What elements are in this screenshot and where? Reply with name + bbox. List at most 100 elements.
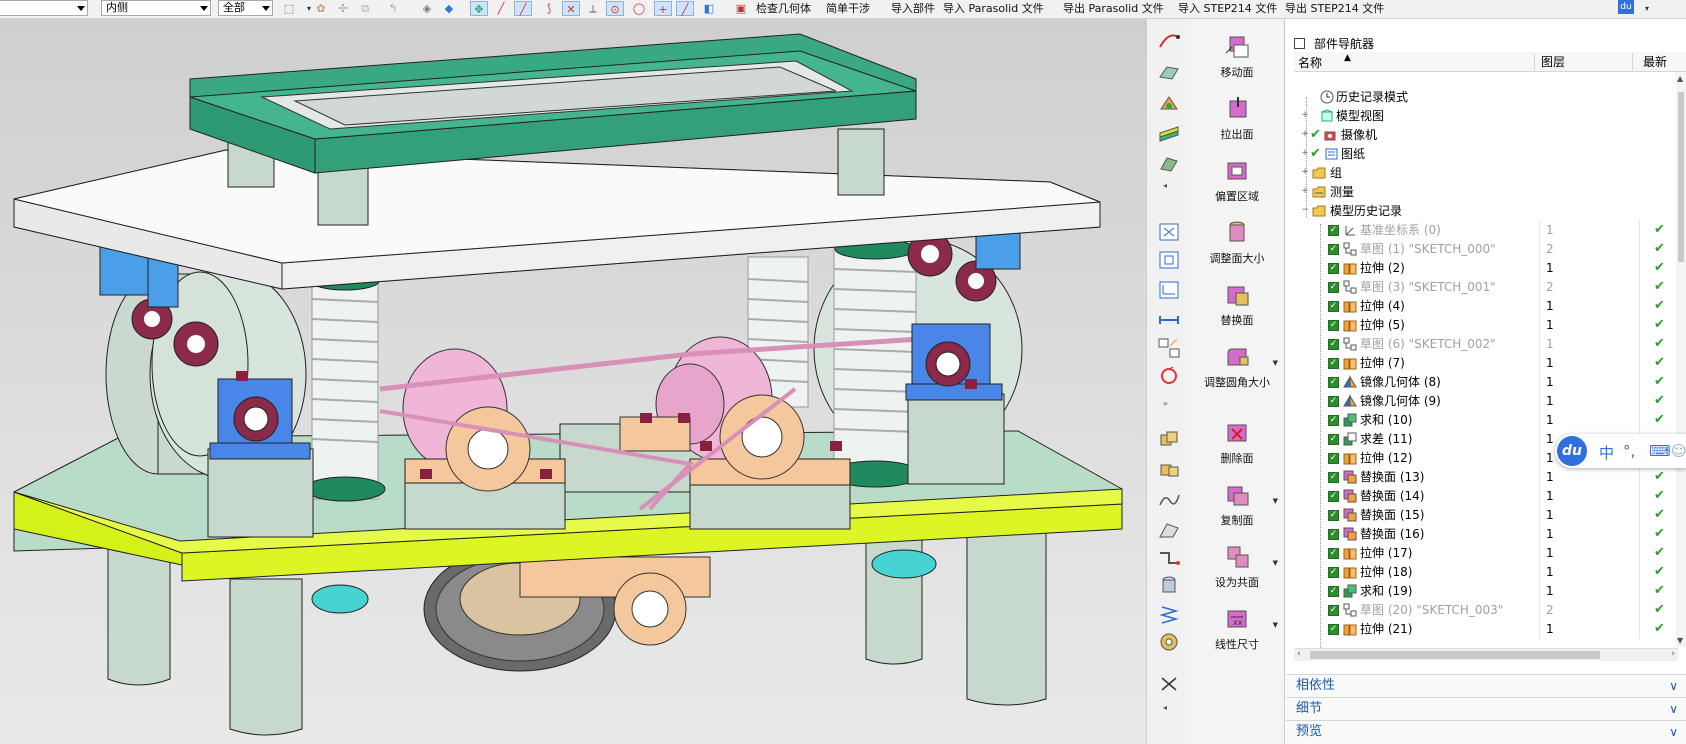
component-icon[interactable] — [1157, 459, 1181, 481]
check-geometry-button[interactable]: 检查几何体 — [756, 1, 811, 16]
chevron-down-icon[interactable]: ▼ — [1273, 559, 1278, 567]
check-geometry-icon[interactable]: ▣ — [732, 1, 750, 16]
linear-dimension-button[interactable]: xx 线性尺寸 ▼ — [1190, 605, 1284, 651]
baidu-ime-icon[interactable]: du — [1618, 0, 1634, 14]
zoom-icon[interactable] — [1157, 249, 1181, 271]
feature-checkbox[interactable]: ✓ — [1328, 301, 1339, 312]
move-face-button[interactable]: 移动面 — [1190, 33, 1284, 79]
scroll-right-icon[interactable]: › — [1671, 649, 1675, 659]
pull-face-button[interactable]: 拉出面 — [1190, 95, 1284, 141]
tree-node-history-mode[interactable]: 历史记录模式 — [1294, 87, 1686, 107]
assembly-icon[interactable] — [1157, 429, 1181, 451]
face-filter-dropdown[interactable]: 内侧 — [101, 0, 211, 16]
feature-row[interactable]: ✓ 求和 (19) 1 ✔ — [1294, 581, 1686, 601]
collapse-icon[interactable]: − — [1300, 205, 1310, 215]
sweep-icon[interactable] — [1157, 29, 1181, 51]
feature-checkbox[interactable]: ✓ — [1328, 624, 1339, 635]
feature-checkbox[interactable]: ✓ — [1328, 453, 1339, 464]
feature-checkbox[interactable]: ✓ — [1328, 434, 1339, 445]
copy-face-button[interactable]: 复制面 ▼ — [1190, 481, 1284, 527]
snap-line-icon[interactable]: ╱ — [492, 1, 510, 16]
feature-row[interactable]: ✓ 拉伸 (7) 1 ✔ — [1294, 353, 1686, 373]
paint-icon[interactable]: ✿ — [312, 1, 330, 16]
tree-node-measurements[interactable]: + 测量 — [1294, 182, 1686, 202]
feature-checkbox[interactable]: ✓ — [1328, 529, 1339, 540]
snap-on-curve-icon[interactable]: ╱ — [676, 1, 694, 16]
export-step214-button[interactable]: 导出 STEP214 文件 — [1285, 1, 1384, 16]
expand-icon[interactable]: + — [1300, 129, 1310, 139]
chevron-down-icon[interactable]: ▼ — [1273, 359, 1278, 367]
feature-row[interactable]: ✓ 拉伸 (21) 1 ✔ — [1294, 619, 1686, 639]
measure-distance-icon[interactable] — [1157, 309, 1181, 331]
scroll-down-icon[interactable]: ▼ — [1677, 636, 1683, 645]
select-all-icon[interactable]: ⧉ — [356, 1, 374, 16]
snap-off-icon[interactable]: ✣ — [334, 1, 352, 16]
column-layer-header[interactable]: 图层 — [1534, 53, 1565, 70]
ime-keyboard-icon[interactable]: ⌨ — [1649, 442, 1671, 460]
feature-row[interactable]: ✓ 求和 (10) 1 ✔ — [1294, 410, 1686, 430]
sort-ascending-icon[interactable]: ▲ — [1344, 53, 1351, 63]
fit-view-icon[interactable] — [1157, 221, 1181, 243]
offset-region-button[interactable]: 偏置区域 — [1190, 157, 1284, 203]
user-icon[interactable]: ☺ — [1671, 442, 1686, 460]
scrollbar-thumb[interactable] — [1678, 92, 1684, 262]
feature-row[interactable]: ✓ 镜像几何体 (8) 1 ✔ — [1294, 372, 1686, 392]
import-step214-button[interactable]: 导入 STEP214 文件 — [1178, 1, 1277, 16]
feature-checkbox[interactable]: ✓ — [1328, 244, 1339, 255]
close-panel-icon[interactable] — [1157, 673, 1181, 695]
graphics-window[interactable] — [0, 19, 1146, 744]
chevron-down-icon[interactable]: ▾ — [1638, 1, 1656, 16]
cad-model-render[interactable] — [0, 19, 1146, 744]
import-parasolid-button[interactable]: 导入 Parasolid 文件 — [943, 1, 1044, 16]
feature-checkbox[interactable]: ✓ — [1328, 605, 1339, 616]
delete-face-button[interactable]: 删除面 — [1190, 419, 1284, 465]
expand-icon[interactable]: + — [1300, 110, 1310, 120]
baidu-ime-logo[interactable]: du — [1557, 436, 1587, 466]
undo-select-icon[interactable]: ↰ — [384, 1, 402, 16]
selection-filter-dropdown[interactable] — [0, 0, 88, 16]
snap-endpoint-icon[interactable]: ✥ — [470, 1, 488, 16]
column-name-header[interactable]: 名称 — [1298, 54, 1322, 71]
expand-icon[interactable]: + — [1300, 186, 1310, 196]
snap-intersection-icon[interactable]: ✕ — [562, 1, 580, 16]
tree-node-model-views[interactable]: + 模型视图 — [1294, 106, 1686, 126]
sheet-icon[interactable] — [1157, 123, 1181, 145]
feature-checkbox[interactable]: ✓ — [1328, 339, 1339, 350]
ruler-view-icon[interactable] — [1157, 279, 1181, 301]
snap-perpendicular-icon[interactable]: ⟂ — [584, 1, 602, 16]
rotate-icon[interactable] — [1157, 365, 1181, 387]
feature-checkbox[interactable]: ✓ — [1328, 491, 1339, 502]
preview-section[interactable]: 预览 ∨ — [1286, 720, 1686, 743]
chevron-down-icon[interactable]: ▼ — [1273, 621, 1278, 629]
export-parasolid-button[interactable]: 导出 Parasolid 文件 — [1063, 1, 1164, 16]
tree-node-model-history[interactable]: − 模型历史记录 — [1294, 201, 1686, 221]
feature-checkbox[interactable]: ✓ — [1328, 282, 1339, 293]
feature-checkbox[interactable]: ✓ — [1328, 358, 1339, 369]
scroll-up-icon[interactable]: ▲ — [1677, 74, 1683, 83]
feature-checkbox[interactable]: ✓ — [1328, 472, 1339, 483]
panel-pin-checkbox[interactable] — [1294, 38, 1305, 49]
feature-row[interactable]: ✓ 草图 (6) "SKETCH_002" 1 ✔ — [1294, 334, 1686, 354]
chevron-down-icon[interactable]: » — [1163, 399, 1187, 421]
feature-row[interactable]: ✓ 镜像几何体 (9) 1 ✔ — [1294, 391, 1686, 411]
feature-row[interactable]: ✓ 拉伸 (4) 1 ✔ — [1294, 296, 1686, 316]
ime-mode-toggle[interactable]: 中 — [1599, 442, 1614, 463]
feature-row[interactable]: ✓ 草图 (20) "SKETCH_003" 2 ✔ — [1294, 600, 1686, 620]
gear-icon[interactable] — [1157, 631, 1181, 653]
snap-circle-icon[interactable]: ◯ — [630, 1, 648, 16]
snap-midpoint-icon[interactable]: ╱ — [514, 1, 532, 16]
expand-icon[interactable]: + — [1300, 167, 1310, 177]
wire-icon[interactable] — [1157, 547, 1181, 569]
ime-floating-bar[interactable]: du 中 °, ⌨ ☺ — [1555, 434, 1686, 468]
feature-checkbox[interactable]: ✓ — [1328, 377, 1339, 388]
simple-interference-button[interactable]: 简单干涉 — [826, 1, 870, 16]
resize-blend-button[interactable]: 调整圆角大小 ▼ — [1190, 343, 1284, 389]
chevron-down-icon[interactable]: ∨ — [1669, 721, 1678, 743]
mesh-icon[interactable] — [1157, 153, 1181, 175]
feature-checkbox[interactable]: ✓ — [1328, 510, 1339, 521]
column-latest-header[interactable]: 最新 — [1632, 53, 1667, 70]
feature-checkbox[interactable]: ✓ — [1328, 263, 1339, 274]
make-coplanar-button[interactable]: 设为共面 ▼ — [1190, 543, 1284, 589]
navigator-vertical-scrollbar[interactable]: ▲ ▼ — [1676, 72, 1686, 647]
expand-icon[interactable]: + — [1300, 148, 1310, 158]
